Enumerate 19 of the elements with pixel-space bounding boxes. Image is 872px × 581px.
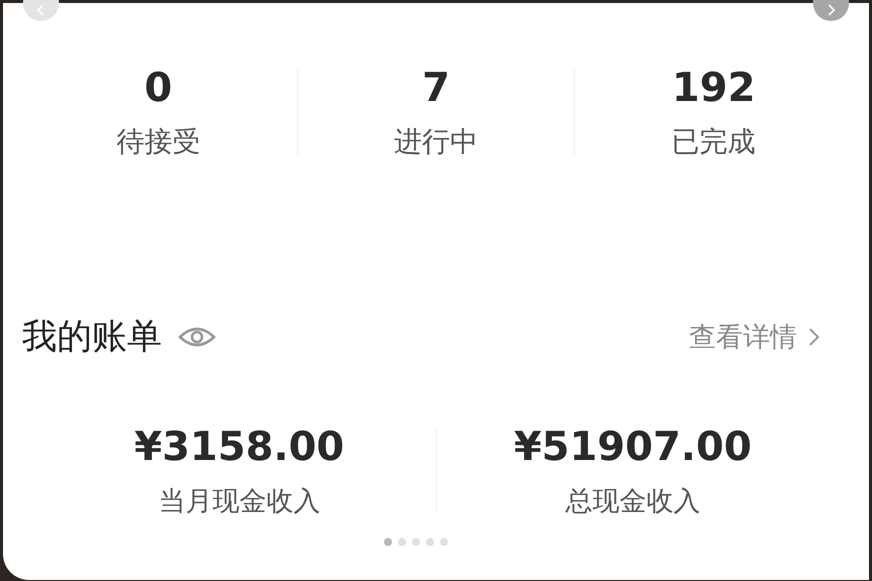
page-dot[interactable] [412, 538, 420, 546]
stat-value: 192 [672, 65, 756, 111]
stat-label: 进行中 [394, 125, 478, 159]
amount-value: ¥51907.00 [514, 424, 752, 470]
chevron-right-icon [807, 326, 821, 348]
page-dot[interactable] [398, 538, 406, 546]
amount-value: ¥3158.00 [134, 424, 344, 470]
stat-label: 待接受 [116, 125, 200, 159]
amount-label: 总现金收入 [565, 486, 700, 518]
page-dot[interactable] [384, 538, 392, 546]
page-dot[interactable] [440, 538, 448, 546]
amount-label: 当月现金收入 [158, 486, 320, 518]
section-title: 我的账单 [22, 316, 162, 359]
view-details-link[interactable]: 查看详情 [689, 318, 821, 354]
page-dot[interactable] [426, 538, 434, 546]
eye-icon[interactable] [178, 324, 216, 348]
stat-value: 0 [144, 65, 172, 111]
stat-value: 7 [422, 65, 450, 111]
stat-label: 已完成 [672, 125, 756, 159]
